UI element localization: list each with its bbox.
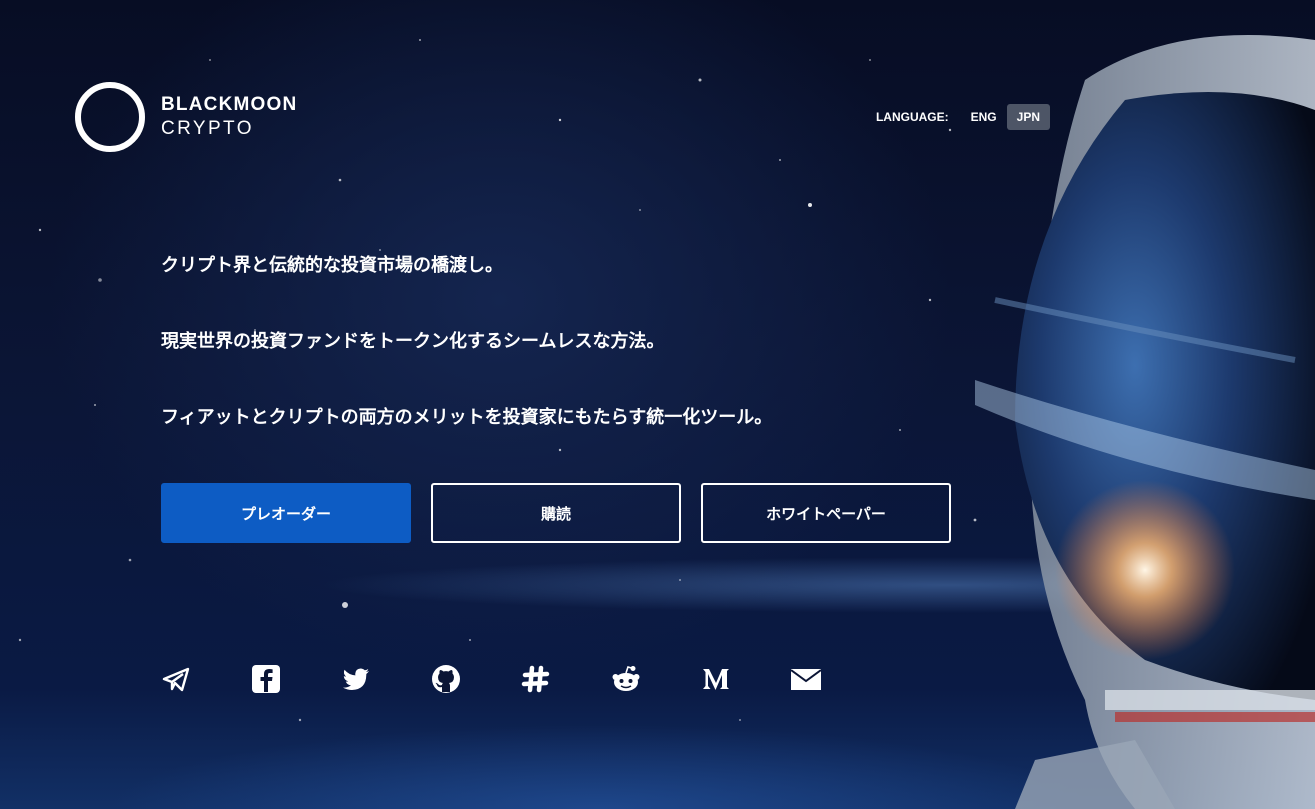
language-option-jpn[interactable]: JPN <box>1006 104 1050 130</box>
brand-line1: BLACKMOON <box>161 94 298 116</box>
twitter-icon[interactable] <box>341 664 371 694</box>
tagline-1: クリプト界と伝統的な投資市場の橋渡し。 <box>161 255 503 276</box>
language-option-eng[interactable]: ENG <box>961 104 1007 130</box>
subscribe-button[interactable]: 購読 <box>431 483 681 543</box>
preorder-button[interactable]: プレオーダー <box>161 483 411 543</box>
telegram-icon[interactable] <box>161 664 191 694</box>
slack-icon[interactable] <box>521 664 551 694</box>
logo-ring-icon <box>75 82 145 152</box>
github-icon[interactable] <box>431 664 461 694</box>
brand-name: BLACKMOON CRYPTO <box>161 93 297 141</box>
mail-icon[interactable] <box>791 664 821 694</box>
brand-line2: CRYPTO <box>161 118 254 139</box>
tagline-3: フィアットとクリプトの両方のメリットを投資家にもたらす統一化ツール。 <box>161 407 773 428</box>
medium-icon[interactable] <box>701 664 731 694</box>
tagline-2: 現実世界の投資ファンドをトークン化するシームレスな方法。 <box>161 331 665 352</box>
language-label: LANGUAGE: <box>875 110 949 124</box>
reddit-icon[interactable] <box>611 664 641 694</box>
hero-taglines: クリプト界と伝統的な投資市場の橋渡し。 現実世界の投資ファンドをトークン化するシ… <box>161 250 772 478</box>
cta-buttons: プレオーダー 購読 ホワイトペーパー <box>161 483 951 543</box>
brand-logo[interactable]: BLACKMOON CRYPTO <box>75 82 297 152</box>
language-switcher: LANGUAGE: ENG JPN <box>876 104 1050 130</box>
whitepaper-button[interactable]: ホワイトペーパー <box>701 483 951 543</box>
social-links <box>161 664 821 694</box>
facebook-icon[interactable] <box>251 664 281 694</box>
